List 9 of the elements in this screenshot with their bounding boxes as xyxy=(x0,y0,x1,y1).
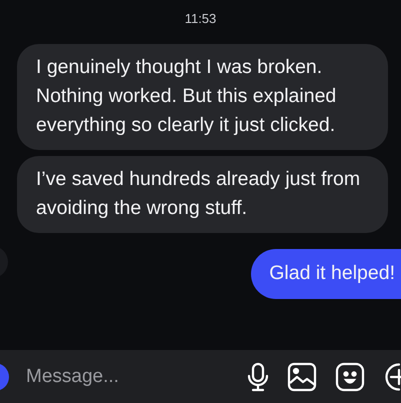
sent-message-bubble: Glad it helped! xyxy=(251,249,401,299)
timestamp: 11:53 xyxy=(184,11,216,26)
microphone-icon[interactable] xyxy=(247,362,269,392)
sticker-icon[interactable] xyxy=(335,362,365,392)
message-field[interactable]: Message... xyxy=(24,364,229,388)
received-message-bubble: I genuinely thought I was broken. Nothing worked. But this explained everything so clearly it just clicked. xyxy=(17,44,388,150)
plus-icon[interactable] xyxy=(383,362,401,392)
image-icon[interactable] xyxy=(287,362,317,392)
received-message-bubble: I’ve saved hundreds already just from avoiding the wrong stuff. xyxy=(17,156,388,233)
